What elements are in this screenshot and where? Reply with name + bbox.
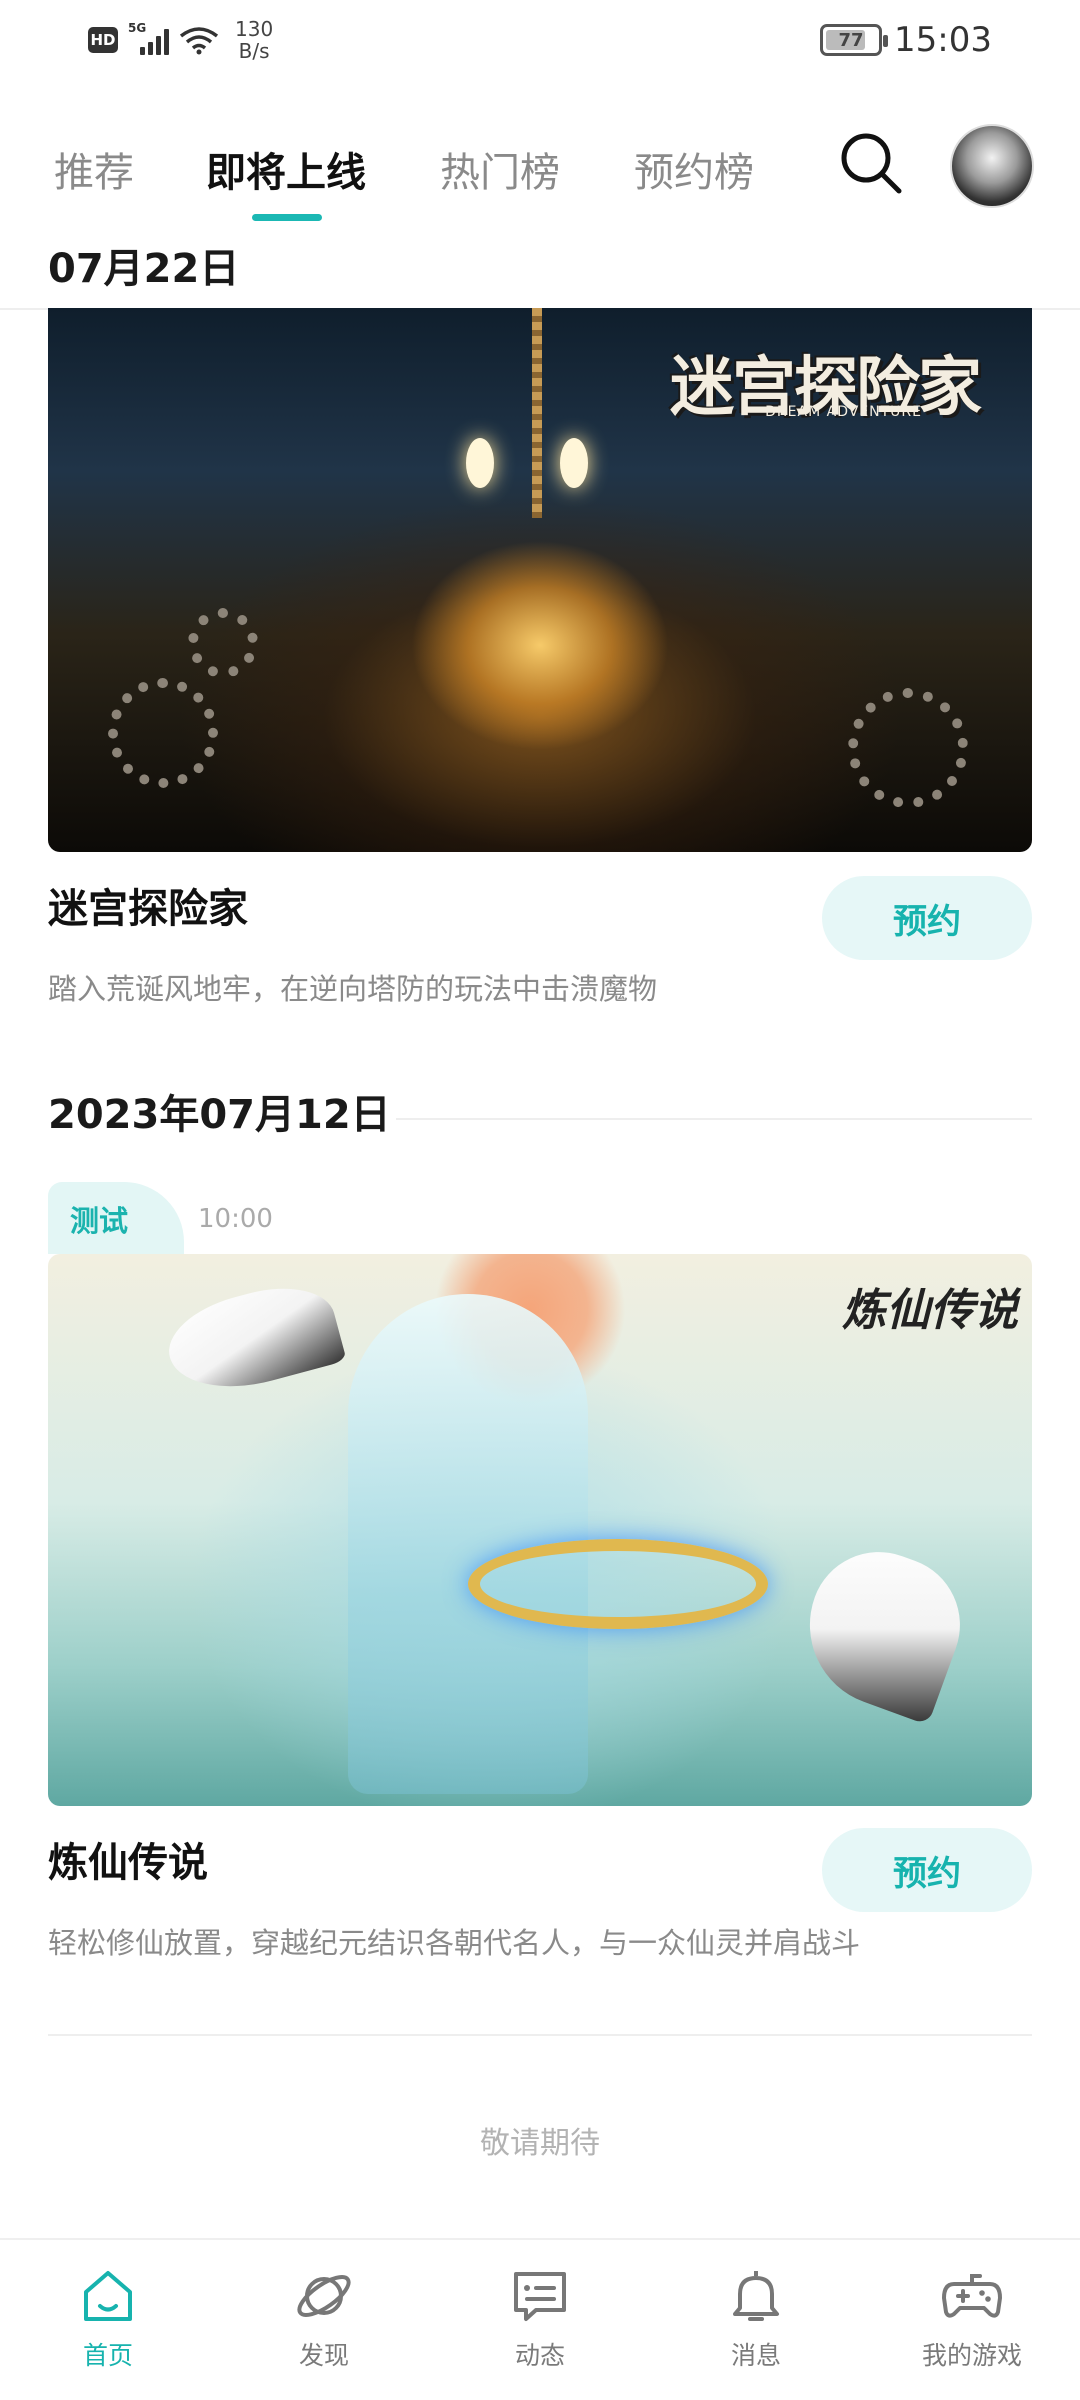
tab-reserve-rank[interactable]: 预约榜 <box>634 140 754 198</box>
nav-label: 动态 <box>514 2341 565 2370</box>
search-button[interactable] <box>836 128 906 198</box>
status-bar: HD 5G 130 B/s 77 15:03 <box>0 0 1080 80</box>
section-date: 2023年07月12日 <box>48 1092 391 1138</box>
gear-decoration <box>108 678 218 788</box>
crane-decoration <box>786 1532 980 1726</box>
hd-badge: HD <box>88 27 118 53</box>
game-banner[interactable]: 迷宫探险家 DREAM ADVENTURE <box>48 308 1032 852</box>
list-end-text: 敬请期待 <box>480 2126 600 2161</box>
nav-label: 消息 <box>730 2341 781 2370</box>
status-left: HD 5G 130 B/s <box>88 18 273 62</box>
nav-home[interactable]: 首页 <box>28 2264 188 2372</box>
gear-decoration <box>188 608 258 678</box>
planet-icon <box>297 2275 351 2317</box>
nav-label: 发现 <box>298 2341 349 2370</box>
speed-value: 130 <box>235 17 274 41</box>
bell-icon <box>733 2271 779 2321</box>
nav-label: 我的游戏 <box>921 2341 1022 2370</box>
bottom-nav: 首页 发现 动态 消息 我的游戏 <box>0 2238 1080 2400</box>
speed-unit: B/s <box>238 39 270 63</box>
top-nav: 推荐 即将上线 热门榜 预约榜 <box>0 110 1080 221</box>
active-tab-indicator <box>252 214 322 221</box>
nav-my-games[interactable]: 我的游戏 <box>892 2264 1052 2372</box>
game-logo: 炼仙传说 <box>842 1285 1018 1336</box>
artifact-decoration <box>468 1539 768 1629</box>
reserve-button[interactable]: 预约 <box>822 876 1032 960</box>
avatar[interactable] <box>950 124 1034 208</box>
rope-decoration <box>532 308 542 518</box>
search-icon <box>841 133 902 194</box>
nav-feed[interactable]: 动态 <box>460 2264 620 2372</box>
network-type: 5G <box>128 21 147 35</box>
battery-icon: 77 <box>820 24 889 56</box>
game-description: 轻松修仙放置，穿越纪元结识各朝代名人，与一众仙灵并肩战斗 <box>48 1926 861 1960</box>
reserve-button[interactable]: 预约 <box>822 1828 1032 1912</box>
eye-decoration <box>466 438 494 488</box>
status-right: 77 15:03 <box>820 20 992 60</box>
game-title[interactable]: 炼仙传说 <box>48 1830 208 1888</box>
battery-level: 77 <box>838 29 864 51</box>
game-logo-subtitle: DREAM ADVENTURE <box>765 404 922 420</box>
section-divider <box>396 1118 1032 1120</box>
clock: 15:03 <box>894 20 992 60</box>
chat-icon <box>514 2272 566 2321</box>
game-banner[interactable]: 炼仙传说 <box>48 1254 1032 1806</box>
nav-messages[interactable]: 消息 <box>676 2264 836 2372</box>
gamepad-icon <box>942 2274 1002 2318</box>
tab-upcoming[interactable]: 即将上线 <box>206 140 366 198</box>
home-icon <box>84 2271 132 2321</box>
signal-icon: 5G <box>128 21 169 55</box>
network-speed: 130 B/s <box>235 18 273 62</box>
gear-decoration <box>848 688 968 808</box>
nav-label: 首页 <box>82 2341 133 2370</box>
list-end-divider <box>48 2034 1032 2036</box>
eye-decoration <box>560 438 588 488</box>
crane-decoration <box>159 1273 347 1405</box>
test-time: 10:00 <box>198 1204 273 1234</box>
game-title[interactable]: 迷宫探险家 <box>48 876 248 934</box>
test-badge: 测试 <box>48 1182 184 1254</box>
wifi-icon <box>179 27 219 55</box>
section-date: 07月22日 <box>48 246 240 292</box>
tab-hot[interactable]: 热门榜 <box>440 140 560 198</box>
game-description: 踏入荒诞风地牢，在逆向塔防的玩法中击溃魔物 <box>48 972 658 1006</box>
nav-discover[interactable]: 发现 <box>244 2264 404 2372</box>
tab-recommend[interactable]: 推荐 <box>54 140 134 198</box>
